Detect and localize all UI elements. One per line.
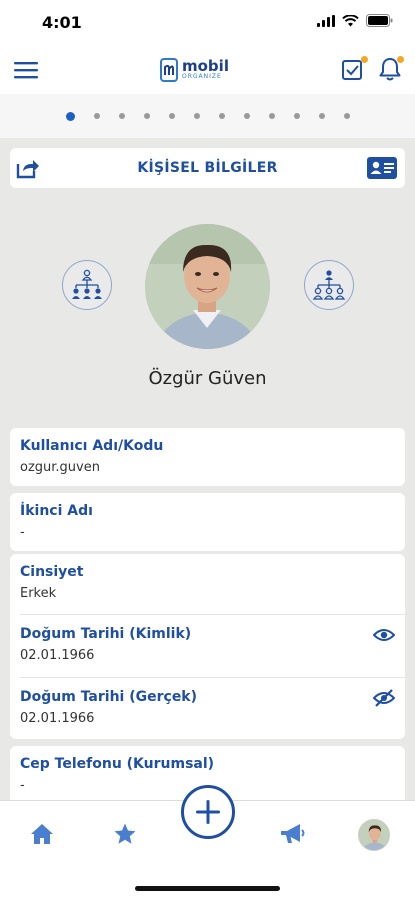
page-dot[interactable] [143, 113, 150, 119]
status-time: 4:01 [42, 13, 82, 32]
star-icon[interactable] [113, 822, 137, 846]
page-dot[interactable] [93, 113, 100, 119]
megaphone-icon[interactable] [278, 821, 306, 847]
page-dot[interactable] [118, 113, 125, 119]
logo-main-text: mobil [182, 57, 229, 75]
profile-photo [145, 224, 270, 349]
divider [20, 677, 405, 678]
page-dot[interactable] [168, 113, 175, 119]
org-hierarchy-button[interactable] [304, 260, 354, 310]
tasks-button[interactable] [341, 56, 368, 82]
app-logo: mobil ORGANIZE [160, 56, 229, 84]
tasks-notification-dot [361, 56, 368, 63]
home-indicator [135, 886, 280, 891]
section-header: KİŞİSEL BİLGİLER [10, 148, 405, 188]
page-dot[interactable] [343, 113, 350, 119]
bell-notification-dot [397, 56, 404, 63]
status-bar: 4:01 [0, 0, 415, 46]
app-header: mobil ORGANIZE [0, 46, 415, 94]
menu-icon[interactable] [14, 60, 38, 80]
field-value: ozgur.guven [20, 460, 100, 475]
field-label: Cinsiyet [20, 564, 84, 580]
page-dot[interactable] [193, 113, 200, 119]
plus-icon [196, 800, 220, 824]
bottom-tab-bar [0, 785, 415, 900]
field-username: Kullanıcı Adı/Kodu ozgur.guven [10, 428, 405, 486]
page-dot[interactable] [218, 113, 225, 119]
logo-mark-icon [160, 58, 178, 82]
notifications-button[interactable] [377, 56, 404, 82]
field-value: - [20, 778, 25, 793]
page-indicator [0, 94, 415, 138]
field-label: İkinci Adı [20, 503, 93, 519]
logo-text: mobil ORGANIZE [182, 59, 229, 81]
field-birth-id: Doğum Tarihi (Kimlik) 02.01.1966 [10, 616, 405, 676]
page-dot[interactable] [243, 113, 250, 119]
section-title: KİŞİSEL BİLGİLER [137, 160, 278, 176]
avatar [359, 820, 389, 850]
field-value: 02.01.1966 [20, 648, 95, 663]
field-value: 02.01.1966 [20, 711, 95, 726]
field-label: Doğum Tarihi (Gerçek) [20, 689, 198, 705]
field-label: Doğum Tarihi (Kimlik) [20, 626, 192, 642]
field-group-personal: Cinsiyet Erkek Doğum Tarihi (Kimlik) 02.… [10, 554, 405, 739]
divider [20, 614, 405, 615]
add-button[interactable] [181, 785, 235, 839]
field-birth-real: Doğum Tarihi (Gerçek) 02.01.1966 [10, 679, 405, 739]
page-dot[interactable] [268, 113, 275, 119]
field-middle-name: İkinci Adı - [10, 493, 405, 551]
profile-photo-image [145, 224, 270, 349]
id-card-icon[interactable] [367, 157, 397, 179]
signal-icon [317, 14, 335, 27]
profile-tab-avatar[interactable] [358, 819, 390, 851]
field-value: - [20, 525, 25, 540]
field-gender: Cinsiyet Erkek [10, 554, 405, 614]
eye-icon[interactable] [373, 626, 395, 644]
page-dot[interactable] [293, 113, 300, 119]
page-dot[interactable] [65, 111, 75, 121]
field-label: Kullanıcı Adı/Kodu [20, 438, 164, 454]
page-dot[interactable] [318, 113, 325, 119]
org-subordinates-button[interactable] [62, 260, 112, 310]
field-label: Cep Telefonu (Kurumsal) [20, 756, 215, 772]
profile-name: Özgür Güven [148, 368, 267, 389]
wifi-icon [342, 14, 359, 26]
eye-off-icon[interactable] [373, 689, 395, 707]
home-icon[interactable] [30, 823, 54, 845]
battery-icon [366, 14, 393, 27]
org-chart-hierarchy-icon [312, 270, 346, 300]
org-chart-subordinates-icon [72, 269, 102, 299]
main-content: KİŞİSEL BİLGİLER Özgür Güven Kullanıcı A… [0, 138, 415, 800]
status-icons [317, 14, 393, 27]
field-value: Erkek [20, 586, 57, 601]
